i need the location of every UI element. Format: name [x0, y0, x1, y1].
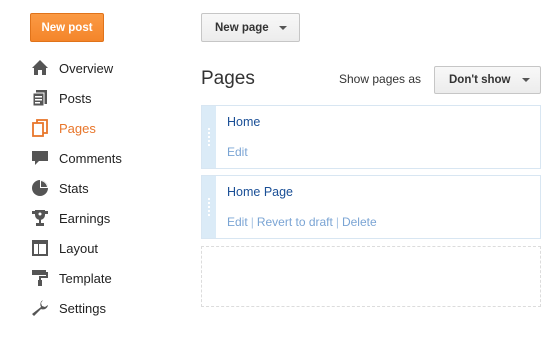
sidebar-item-label: Stats	[59, 180, 89, 196]
sidebar-item-overview[interactable]: Overview	[30, 53, 180, 83]
show-pages-value: Don't show	[449, 74, 511, 86]
sidebar-item-label: Overview	[59, 60, 114, 76]
page-title-link[interactable]: Home	[227, 115, 260, 129]
layout-icon	[30, 238, 50, 258]
pages-icon	[30, 118, 50, 138]
new-page-label: New page	[215, 21, 269, 34]
earnings-icon	[30, 208, 50, 228]
comments-icon	[30, 148, 50, 168]
page-title-link[interactable]: Home Page	[227, 185, 293, 199]
show-pages-select[interactable]: Don't show	[434, 66, 541, 94]
sidebar-item-settings[interactable]: Settings	[30, 293, 180, 323]
revert-to-draft-link[interactable]: Revert to draft	[257, 215, 333, 229]
sidebar-item-layout[interactable]: Layout	[30, 233, 180, 263]
drag-dots-icon	[208, 198, 210, 216]
sidebar-item-label: Template	[59, 270, 112, 286]
sidebar-item-pages[interactable]: Pages	[30, 113, 180, 143]
chevron-down-icon	[278, 25, 287, 30]
drag-dots-icon	[208, 128, 210, 146]
wrench-icon	[30, 298, 50, 318]
show-pages-label: Show pages as	[339, 72, 422, 86]
page-title: Pages	[201, 68, 255, 89]
sidebar-item-comments[interactable]: Comments	[30, 143, 180, 173]
separator: |	[335, 215, 339, 229]
sidebar-nav: Overview Posts Pages Comments Stats Earn…	[30, 53, 180, 323]
page-actions: Edit | Revert to draft | Delete	[227, 215, 377, 229]
drag-handle[interactable]	[202, 106, 216, 168]
stats-icon	[30, 178, 50, 198]
new-page-button[interactable]: New page	[201, 13, 300, 42]
sidebar-item-stats[interactable]: Stats	[30, 173, 180, 203]
sidebar-item-earnings[interactable]: Earnings	[30, 203, 180, 233]
empty-page-slot	[201, 246, 541, 307]
delete-link[interactable]: Delete	[342, 215, 377, 229]
page-list-item: Home Edit	[201, 105, 541, 169]
home-icon	[30, 58, 50, 78]
separator: |	[250, 215, 254, 229]
page-list-item: Home Page Edit | Revert to draft | Delete	[201, 175, 541, 239]
sidebar-item-label: Earnings	[59, 210, 111, 226]
sidebar-item-template[interactable]: Template	[30, 263, 180, 293]
sidebar-item-posts[interactable]: Posts	[30, 83, 180, 113]
edit-link[interactable]: Edit	[227, 145, 248, 159]
sidebar-item-label: Settings	[59, 300, 106, 316]
sidebar-item-label: Pages	[59, 120, 96, 136]
edit-link[interactable]: Edit	[227, 215, 248, 229]
sidebar-item-label: Comments	[59, 150, 122, 166]
drag-handle[interactable]	[202, 176, 216, 238]
sidebar-item-label: Posts	[59, 90, 92, 106]
template-icon	[30, 268, 50, 288]
chevron-down-icon	[521, 78, 530, 82]
posts-icon	[30, 88, 50, 108]
sidebar-item-label: Layout	[59, 240, 99, 256]
page-actions: Edit	[227, 145, 248, 159]
new-post-button[interactable]: New post	[30, 13, 104, 42]
